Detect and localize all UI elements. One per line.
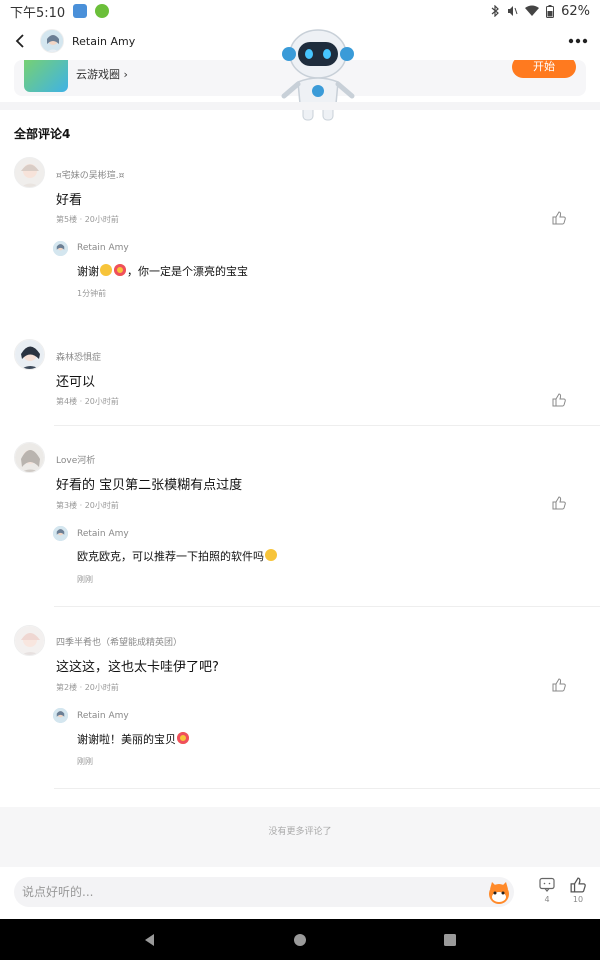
comment-text: 好看 (56, 193, 83, 208)
comment-meta: 第3楼 · 20小时前 (56, 501, 119, 510)
status-time: 下午5:10 (10, 5, 66, 21)
reply-text-prefix: 欧克欧克，可以推荐一下拍照的软件吗 (77, 550, 264, 563)
comment-text: 这这这，这也太卡哇伊了吧? (56, 660, 219, 675)
comment-meta: 第4楼 · 20小时前 (56, 397, 119, 406)
reply-text-prefix: 谢谢 (77, 265, 99, 278)
game-thumbnail (24, 60, 68, 92)
like-icon[interactable] (552, 393, 566, 407)
comment-divider (54, 606, 600, 607)
section-separator (0, 102, 600, 110)
comment-text: 还可以 (56, 375, 96, 390)
like-icon[interactable] (552, 496, 566, 510)
kiss-emoji-icon (100, 264, 112, 276)
commenter-name[interactable]: 四季半肴也（希望能成精英团） (56, 635, 182, 648)
game-circle-link[interactable]: 云游戏圈 › (76, 66, 128, 82)
app-notification-icon (73, 4, 88, 18)
reply-text: 欧克欧克，可以推荐一下拍照的软件吗 (77, 548, 278, 564)
reply-text: 谢谢 ，你一定是个漂亮的宝宝 (77, 263, 248, 279)
commenter-avatar[interactable] (14, 157, 45, 188)
reply-meta: 刚刚 (77, 575, 93, 584)
nav-home-icon[interactable] (292, 932, 308, 948)
comment-count-button[interactable]: 4 (532, 877, 562, 904)
commenter-name[interactable]: Love河析 (56, 453, 95, 466)
like-count: 10 (572, 895, 584, 904)
battery-level: 62% (561, 3, 590, 19)
comment-count: 4 (544, 895, 550, 904)
replier-name[interactable]: Retain Amy (77, 711, 129, 721)
game-notification-icon (95, 4, 110, 18)
commenter-avatar[interactable] (14, 339, 45, 370)
chevron-right-icon: › (123, 68, 128, 81)
like-icon (570, 877, 586, 893)
bluetooth-icon (491, 5, 499, 17)
more-icon[interactable] (568, 38, 588, 44)
nav-back-icon[interactable] (142, 932, 158, 948)
mascot-face-icon[interactable] (486, 881, 512, 905)
smile-emoji-icon (265, 549, 277, 561)
author-name[interactable]: Retain Amy (72, 35, 135, 48)
comment-divider (54, 425, 600, 426)
reply-text-prefix: 谢谢啦！美丽的宝贝 (77, 733, 176, 746)
nav-recents-icon[interactable] (442, 932, 458, 948)
comments-heading: 全部评论4 (14, 127, 71, 141)
commenter-name[interactable]: ¤宅妹の吴彬瑄.¤ (56, 168, 124, 181)
replier-avatar[interactable] (53, 241, 68, 256)
replier-avatar[interactable] (53, 526, 68, 541)
heart-eyes-emoji-icon (177, 732, 189, 744)
comment-input[interactable] (14, 877, 514, 907)
battery-icon (546, 4, 555, 18)
start-game-button[interactable]: 开始 (512, 60, 576, 78)
back-icon[interactable] (12, 33, 28, 49)
comment-input-bar: 4 10 (0, 867, 600, 919)
like-icon[interactable] (552, 211, 566, 225)
reply-text: 谢谢啦！美丽的宝贝 (77, 731, 190, 747)
replier-avatar[interactable] (53, 708, 68, 723)
wifi-icon (525, 5, 540, 16)
comment-text: 好看的 宝贝第二张模糊有点过度 (56, 478, 243, 493)
commenter-avatar[interactable] (14, 442, 45, 473)
replier-name[interactable]: Retain Amy (77, 529, 129, 539)
comment-meta: 第2楼 · 20小时前 (56, 683, 119, 692)
comment-icon (539, 877, 555, 892)
comment-meta: 第5楼 · 20小时前 (56, 215, 119, 224)
reply-text-suffix: ，你一定是个漂亮的宝宝 (127, 265, 248, 278)
no-more-comments: 没有更多评论了 (0, 807, 600, 867)
author-avatar[interactable] (40, 29, 64, 53)
system-nav-bar (0, 919, 600, 960)
commenter-avatar[interactable] (14, 625, 45, 656)
replier-name[interactable]: Retain Amy (77, 243, 129, 253)
like-icon[interactable] (552, 678, 566, 692)
mute-icon (508, 6, 518, 16)
game-circle-label: 云游戏圈 (76, 68, 120, 81)
heart-eyes-emoji-icon (114, 264, 126, 276)
like-count-button[interactable]: 10 (563, 877, 593, 904)
comment-divider (54, 788, 600, 789)
commenter-name[interactable]: 森林恐惧症 (56, 350, 101, 363)
status-bar: 下午5:10 62% (0, 0, 600, 22)
reply-meta: 刚刚 (77, 757, 93, 766)
reply-meta: 1分钟前 (77, 289, 107, 298)
